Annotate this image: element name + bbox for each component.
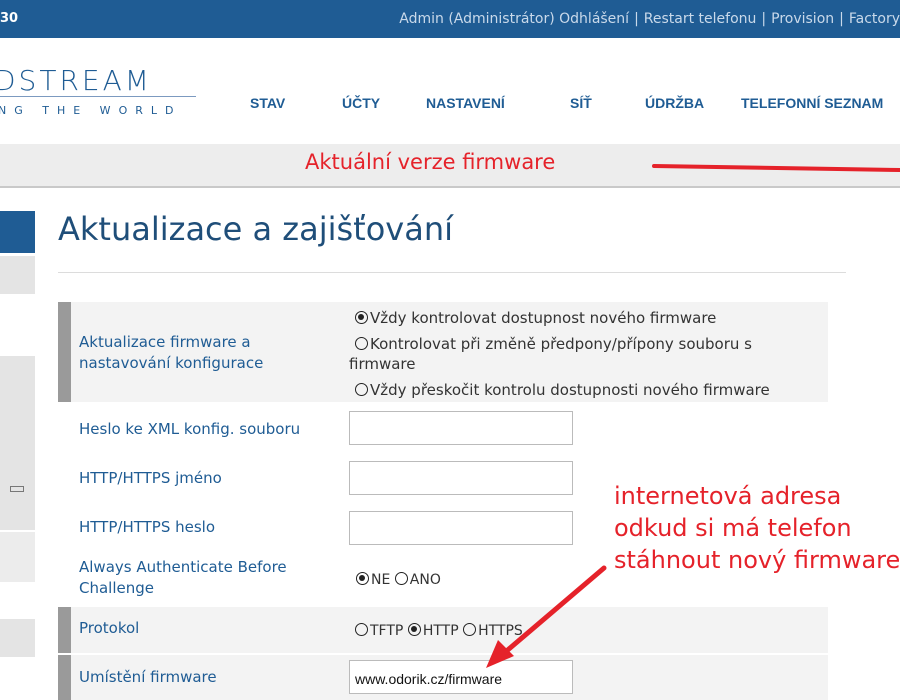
arrow-head-icon [486,640,514,668]
annotation-arrows [486,164,900,668]
firmware-url-arrow [493,565,607,663]
banner-pointer-line [652,164,900,172]
